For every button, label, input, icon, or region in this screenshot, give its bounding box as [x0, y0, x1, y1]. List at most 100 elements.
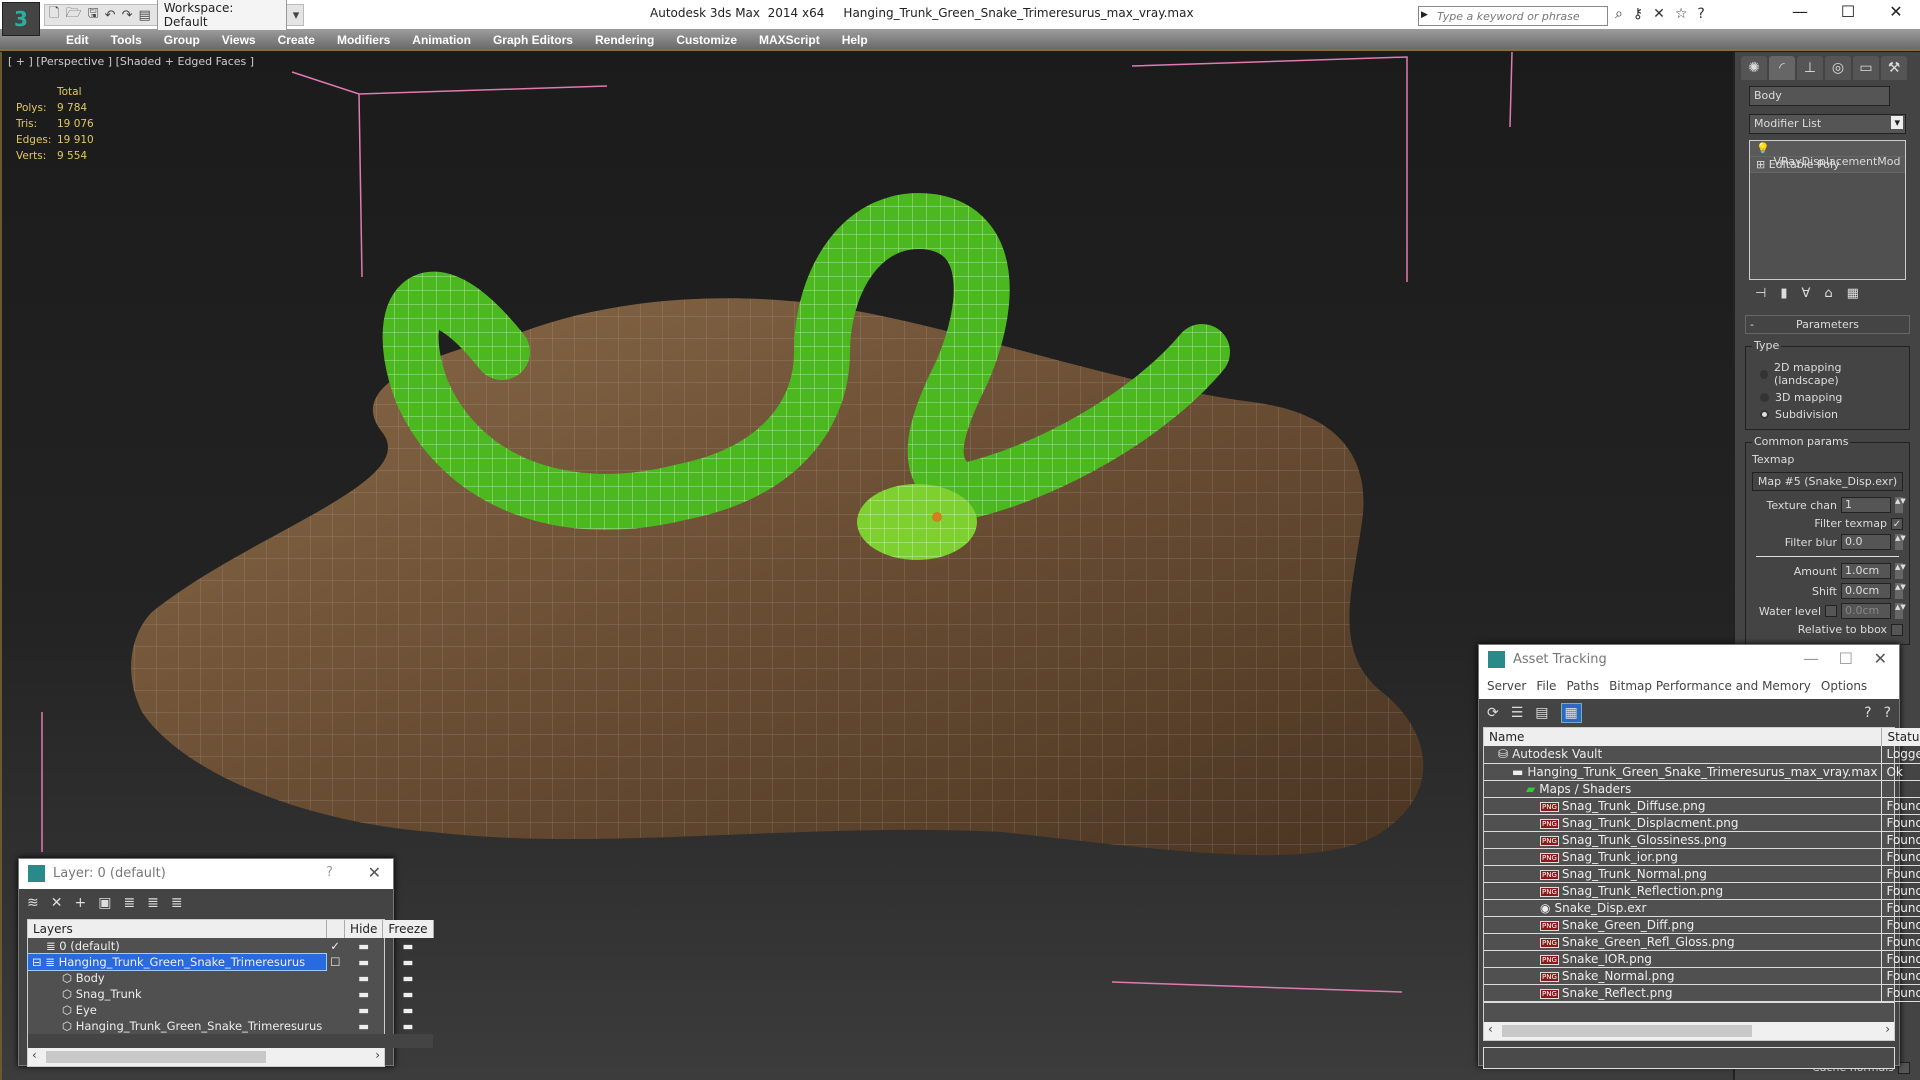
- layer-row[interactable]: ⊟ ≣ Hanging_Trunk_Green_Snake_Trimeresur…: [26, 953, 433, 971]
- asset-row[interactable]: PNG Snag_Trunk_Displacment.png Found: [1484, 814, 1920, 832]
- asset-row[interactable]: ⛁Autodesk Vault Logged: [1484, 746, 1920, 764]
- expand-icon[interactable]: ⊞: [1756, 158, 1765, 171]
- asset-row[interactable]: PNG Snag_Trunk_Normal.png Found: [1484, 865, 1920, 883]
- undo-icon[interactable]: ↶: [105, 8, 116, 23]
- column-name[interactable]: Name: [1484, 728, 1883, 746]
- parameters-rollout[interactable]: - Parameters: [1745, 315, 1910, 334]
- list-view-icon[interactable]: ☰: [1511, 705, 1524, 721]
- stack-item[interactable]: 💡 VRayDisplacementMod: [1750, 141, 1905, 168]
- filter-blur-input[interactable]: 0.0: [1841, 534, 1891, 550]
- display-tab-icon[interactable]: ▭: [1853, 56, 1879, 80]
- app-menu-logo[interactable]: 3: [2, 2, 40, 36]
- pin-stack-icon[interactable]: ⊣: [1755, 286, 1766, 301]
- asset-row[interactable]: PNG Snake_Reflect.png Found: [1484, 984, 1920, 1002]
- select-objects-icon[interactable]: ▣: [98, 895, 111, 911]
- dialog-titlebar[interactable]: Layer: 0 (default)? ✕: [19, 859, 393, 889]
- minimize-button[interactable]: —: [1803, 649, 1819, 668]
- spinner-arrows[interactable]: ▲▼: [1895, 563, 1906, 579]
- menu-file[interactable]: File: [1536, 679, 1556, 695]
- menu-group[interactable]: Group: [153, 30, 211, 49]
- object-row[interactable]: ⬡ Eye ▬ ▬: [28, 1002, 433, 1018]
- radio-subdivision[interactable]: Subdivision: [1760, 408, 1895, 421]
- maximize-button[interactable]: ☐: [1828, 2, 1868, 21]
- column-hide[interactable]: Hide: [344, 920, 384, 938]
- asset-row[interactable]: ◉ Snake_Disp.exr Found: [1484, 899, 1920, 917]
- configure-sets-icon[interactable]: ▦: [1847, 286, 1859, 301]
- motion-tab-icon[interactable]: ◎: [1825, 56, 1851, 80]
- column-layers[interactable]: Layers: [28, 920, 327, 938]
- help-icon[interactable]: ?: [1697, 6, 1704, 22]
- object-name-field[interactable]: Body: [1749, 86, 1890, 106]
- context-help-icon[interactable]: ?: [1884, 705, 1891, 721]
- close-button[interactable]: ✕: [1876, 2, 1916, 21]
- new-file-icon[interactable]: 🗋: [49, 4, 59, 26]
- asset-row[interactable]: PNG Snake_Green_Refl_Gloss.png Found: [1484, 933, 1920, 951]
- radio-3d-mapping[interactable]: 3D mapping: [1760, 391, 1895, 404]
- dialog-titlebar[interactable]: Asset Tracking — ☐ ✕: [1479, 645, 1899, 675]
- menu-help[interactable]: Help: [831, 30, 879, 49]
- modifier-list-dropdown[interactable]: Modifier List ▾: [1749, 114, 1906, 134]
- star-icon[interactable]: ☆: [1675, 6, 1688, 22]
- column-freeze[interactable]: Freeze: [382, 920, 434, 938]
- menu-bitmap-performance[interactable]: Bitmap Performance and Memory: [1609, 679, 1811, 695]
- exchange-icon[interactable]: ✕: [1653, 6, 1665, 22]
- table-view-icon[interactable]: ▦: [1560, 703, 1582, 723]
- asset-row[interactable]: PNG Snag_Trunk_ior.png Found: [1484, 848, 1920, 866]
- asset-row[interactable]: PNG Snake_Green_Diff.png Found: [1484, 916, 1920, 934]
- menu-rendering[interactable]: Rendering: [584, 30, 665, 49]
- spinner-arrows[interactable]: ▲▼: [1895, 534, 1906, 550]
- minimize-button[interactable]: —: [1780, 2, 1820, 21]
- menu-edit[interactable]: Edit: [55, 30, 100, 49]
- hierarchy-tab-icon[interactable]: ⊥: [1797, 56, 1823, 80]
- workspace-dropdown[interactable]: Workspace: Default: [156, 0, 287, 31]
- modify-tab-icon[interactable]: ◜: [1769, 56, 1795, 80]
- asset-row[interactable]: ▬ Hanging_Trunk_Green_Snake_Trimeresurus_…: [1484, 763, 1920, 781]
- layer-row[interactable]: ≣ 0 (default) ✓ ▬ ▬: [28, 938, 433, 954]
- hide-all-layers-icon[interactable]: ≣: [171, 895, 183, 911]
- menu-graph-editors[interactable]: Graph Editors: [482, 30, 584, 49]
- column-status[interactable]: Status: [1881, 728, 1920, 746]
- close-icon[interactable]: ✕: [368, 863, 381, 882]
- current-checkbox[interactable]: ☐: [326, 954, 344, 970]
- texmap-button[interactable]: Map #5 (Snake_Disp.exr): [1752, 472, 1903, 491]
- spinner-arrows[interactable]: ▲▼: [1895, 583, 1906, 599]
- texture-chan-input[interactable]: 1: [1841, 497, 1891, 513]
- add-to-layer-icon[interactable]: +: [74, 895, 86, 911]
- help-button[interactable]: ?: [326, 865, 333, 880]
- binoculars-icon[interactable]: ⌕: [1615, 6, 1623, 22]
- menu-modifiers[interactable]: Modifiers: [326, 30, 401, 49]
- select-layer-icon[interactable]: ≣: [123, 895, 135, 911]
- asset-row[interactable]: ▰ Maps / Shaders: [1484, 780, 1920, 798]
- lightbulb-icon[interactable]: 💡: [1756, 142, 1770, 155]
- show-end-result-icon[interactable]: ▮: [1780, 286, 1787, 301]
- asset-row[interactable]: PNG Snag_Trunk_Glossiness.png Found: [1484, 831, 1920, 849]
- key-icon[interactable]: ⚷: [1633, 6, 1643, 22]
- utilities-tab-icon[interactable]: ⚒: [1881, 56, 1907, 80]
- column-current[interactable]: [326, 920, 346, 938]
- water-level-input[interactable]: 0.0cm: [1841, 603, 1891, 619]
- object-row[interactable]: ⬡ Hanging_Trunk_Green_Snake_Trimeresurus…: [28, 1018, 433, 1034]
- highlight-layer-icon[interactable]: ≣: [147, 895, 159, 911]
- menu-options[interactable]: Options: [1821, 679, 1867, 695]
- viewport-label[interactable]: [ + ] [Perspective ] [Shaded + Edged Fac…: [8, 55, 254, 68]
- redo-icon[interactable]: ↷: [122, 8, 133, 23]
- scrollbar-thumb[interactable]: [46, 1051, 266, 1063]
- make-unique-icon[interactable]: ∀: [1801, 286, 1810, 301]
- project-folder-icon[interactable]: ▤: [138, 8, 150, 23]
- shift-input[interactable]: 0.0cm: [1841, 583, 1891, 599]
- water-level-checkbox[interactable]: [1825, 605, 1837, 617]
- horizontal-scrollbar[interactable]: ‹ ›: [28, 1048, 384, 1066]
- menu-tools[interactable]: Tools: [100, 30, 153, 49]
- spinner-arrows[interactable]: ▲▼: [1895, 603, 1906, 619]
- open-file-icon[interactable]: 🗁: [65, 4, 81, 26]
- object-row[interactable]: ⬡ Body ▬ ▬: [28, 970, 433, 986]
- asset-row[interactable]: PNG Snake_Normal.png Found: [1484, 967, 1920, 985]
- object-row[interactable]: ⬡ Snag_Trunk ▬ ▬: [28, 986, 433, 1002]
- help-icon[interactable]: ?: [1864, 705, 1871, 721]
- filter-texmap-checkbox[interactable]: ✓: [1891, 517, 1903, 530]
- scrollbar-thumb[interactable]: [1502, 1024, 1752, 1037]
- menu-create[interactable]: Create: [267, 30, 326, 49]
- maximize-button[interactable]: ☐: [1839, 649, 1853, 668]
- horizontal-scrollbar[interactable]: ‹ ›: [1484, 1021, 1894, 1040]
- current-checkmark-icon[interactable]: ✓: [326, 938, 344, 954]
